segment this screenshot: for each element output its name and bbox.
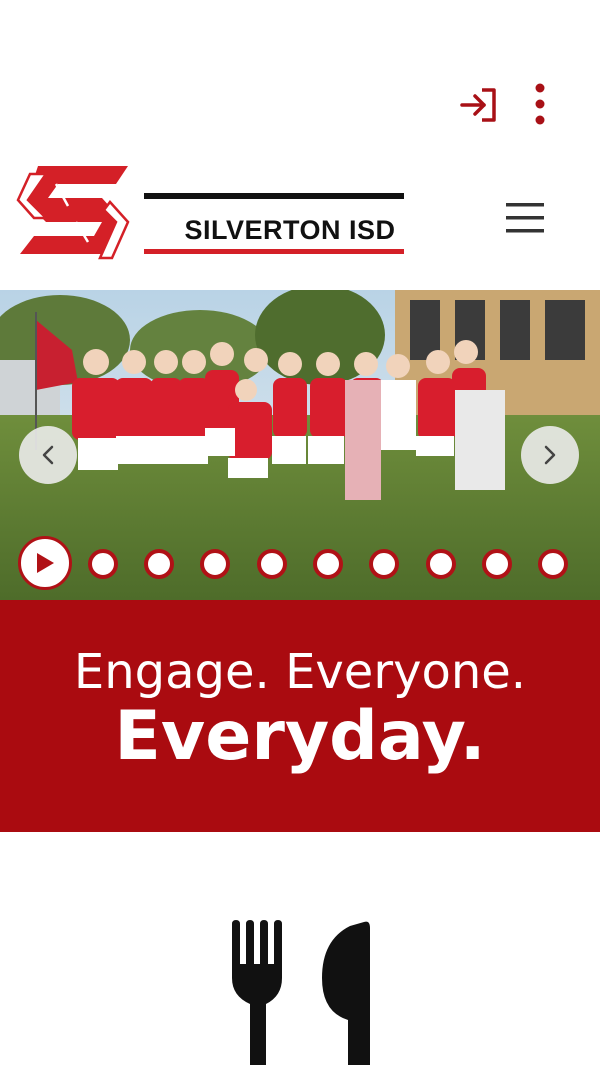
dining-section [0,832,600,1065]
tagline-line-2: Everyday. [114,697,486,776]
slide-dot-1[interactable] [88,549,118,579]
previous-slide-button[interactable] [19,426,77,484]
slide-dot-4[interactable] [257,549,287,579]
tagline-line-1: Engage. Everyone. [73,644,527,700]
slide-dot-6[interactable] [369,549,399,579]
chevron-left-icon [42,445,54,465]
main-menu-button[interactable] [498,194,552,242]
tagline-banner: Engage. Everyone. Everyday. [0,600,600,832]
photo-slideshow [0,290,600,600]
chevron-right-icon [544,445,556,465]
slide-dot-7[interactable] [426,549,456,579]
silverton-s-logo-icon [16,166,130,260]
district-logo-link[interactable]: SILVERTON ISD [16,162,408,262]
slide-dot-3[interactable] [200,549,230,579]
play-slideshow-button[interactable] [18,536,72,590]
sign-in-icon [460,88,496,122]
play-icon [37,553,54,573]
slide-dot-9[interactable] [538,549,568,579]
next-slide-button[interactable] [521,426,579,484]
utility-bar [0,0,600,150]
slide-dot-2[interactable] [144,549,174,579]
more-options-button[interactable] [520,80,560,128]
district-name: SILVERTON ISD [184,215,396,245]
vertical-dots-icon [535,83,545,125]
sign-in-button[interactable] [456,82,502,128]
site-header: SILVERTON ISD [0,150,600,291]
slide-controls [18,536,588,592]
hamburger-menu-icon [506,203,544,233]
fork-knife-icon[interactable] [226,920,376,1065]
slide-dot-8[interactable] [482,549,512,579]
slide-dot-5[interactable] [313,549,343,579]
